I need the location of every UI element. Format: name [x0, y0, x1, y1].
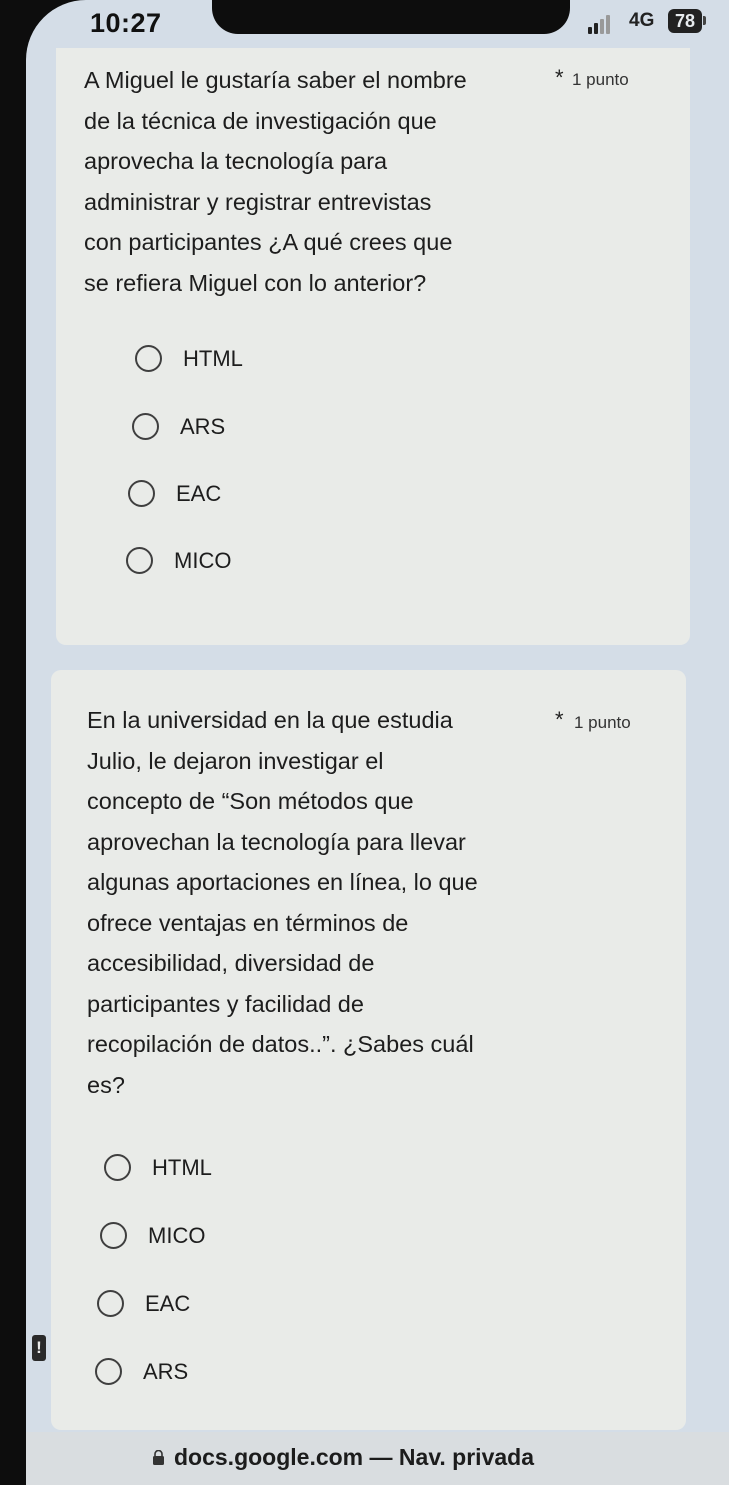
option-html[interactable]: HTML — [135, 345, 375, 375]
radio-button[interactable] — [135, 345, 162, 372]
option-eac[interactable]: EAC — [128, 480, 368, 510]
question-text: A Miguel le gustaría saber el nombre de … — [84, 67, 467, 296]
status-bar: 10:27 4G 78 — [26, 0, 729, 48]
question-card-2: En la universidad en la que estudia Juli… — [51, 670, 686, 1430]
option-eac[interactable]: EAC — [97, 1290, 337, 1320]
status-time: 10:27 — [90, 8, 162, 38]
camera-notch — [212, 0, 570, 34]
radio-button[interactable] — [128, 480, 155, 507]
address-bar[interactable]: docs.google.com — Nav. privada — [26, 1432, 729, 1485]
option-label: EAC — [176, 481, 222, 506]
option-html[interactable]: HTML — [104, 1154, 344, 1184]
option-ars[interactable]: ARS — [132, 413, 372, 443]
option-label: MICO — [148, 1223, 206, 1248]
required-asterisk: * — [555, 65, 564, 90]
network-type: 4G — [629, 10, 655, 31]
option-mico[interactable]: MICO — [126, 547, 366, 577]
question-text: En la universidad en la que estudia Juli… — [87, 707, 478, 1098]
points-label: 1 punto — [574, 713, 631, 732]
radio-button[interactable] — [95, 1358, 122, 1385]
address-text: docs.google.com — Nav. privada — [174, 1444, 534, 1470]
option-label: MICO — [174, 548, 232, 573]
points-label: 1 punto — [572, 70, 629, 89]
alert-icon: ! — [32, 1335, 46, 1361]
option-label: ARS — [143, 1359, 189, 1384]
option-label: EAC — [145, 1291, 191, 1316]
signal-bars-icon — [588, 15, 610, 34]
option-mico[interactable]: MICO — [100, 1222, 340, 1252]
radio-button[interactable] — [132, 413, 159, 440]
required-asterisk: * — [555, 707, 564, 732]
question-card-1: A Miguel le gustaría saber el nombre de … — [56, 48, 690, 645]
radio-button[interactable] — [100, 1222, 127, 1249]
radio-button[interactable] — [97, 1290, 124, 1317]
lock-icon — [153, 1450, 164, 1465]
radio-button[interactable] — [104, 1154, 131, 1181]
battery-icon: 78 — [668, 9, 702, 33]
option-label: ARS — [180, 414, 226, 439]
option-label: HTML — [183, 346, 243, 371]
battery-tip — [703, 16, 706, 25]
option-ars[interactable]: ARS — [95, 1358, 335, 1388]
phone-screen: 10:27 4G 78 A Miguel le gustaría saber e… — [26, 0, 729, 1485]
option-label: HTML — [152, 1155, 212, 1180]
radio-button[interactable] — [126, 547, 153, 574]
